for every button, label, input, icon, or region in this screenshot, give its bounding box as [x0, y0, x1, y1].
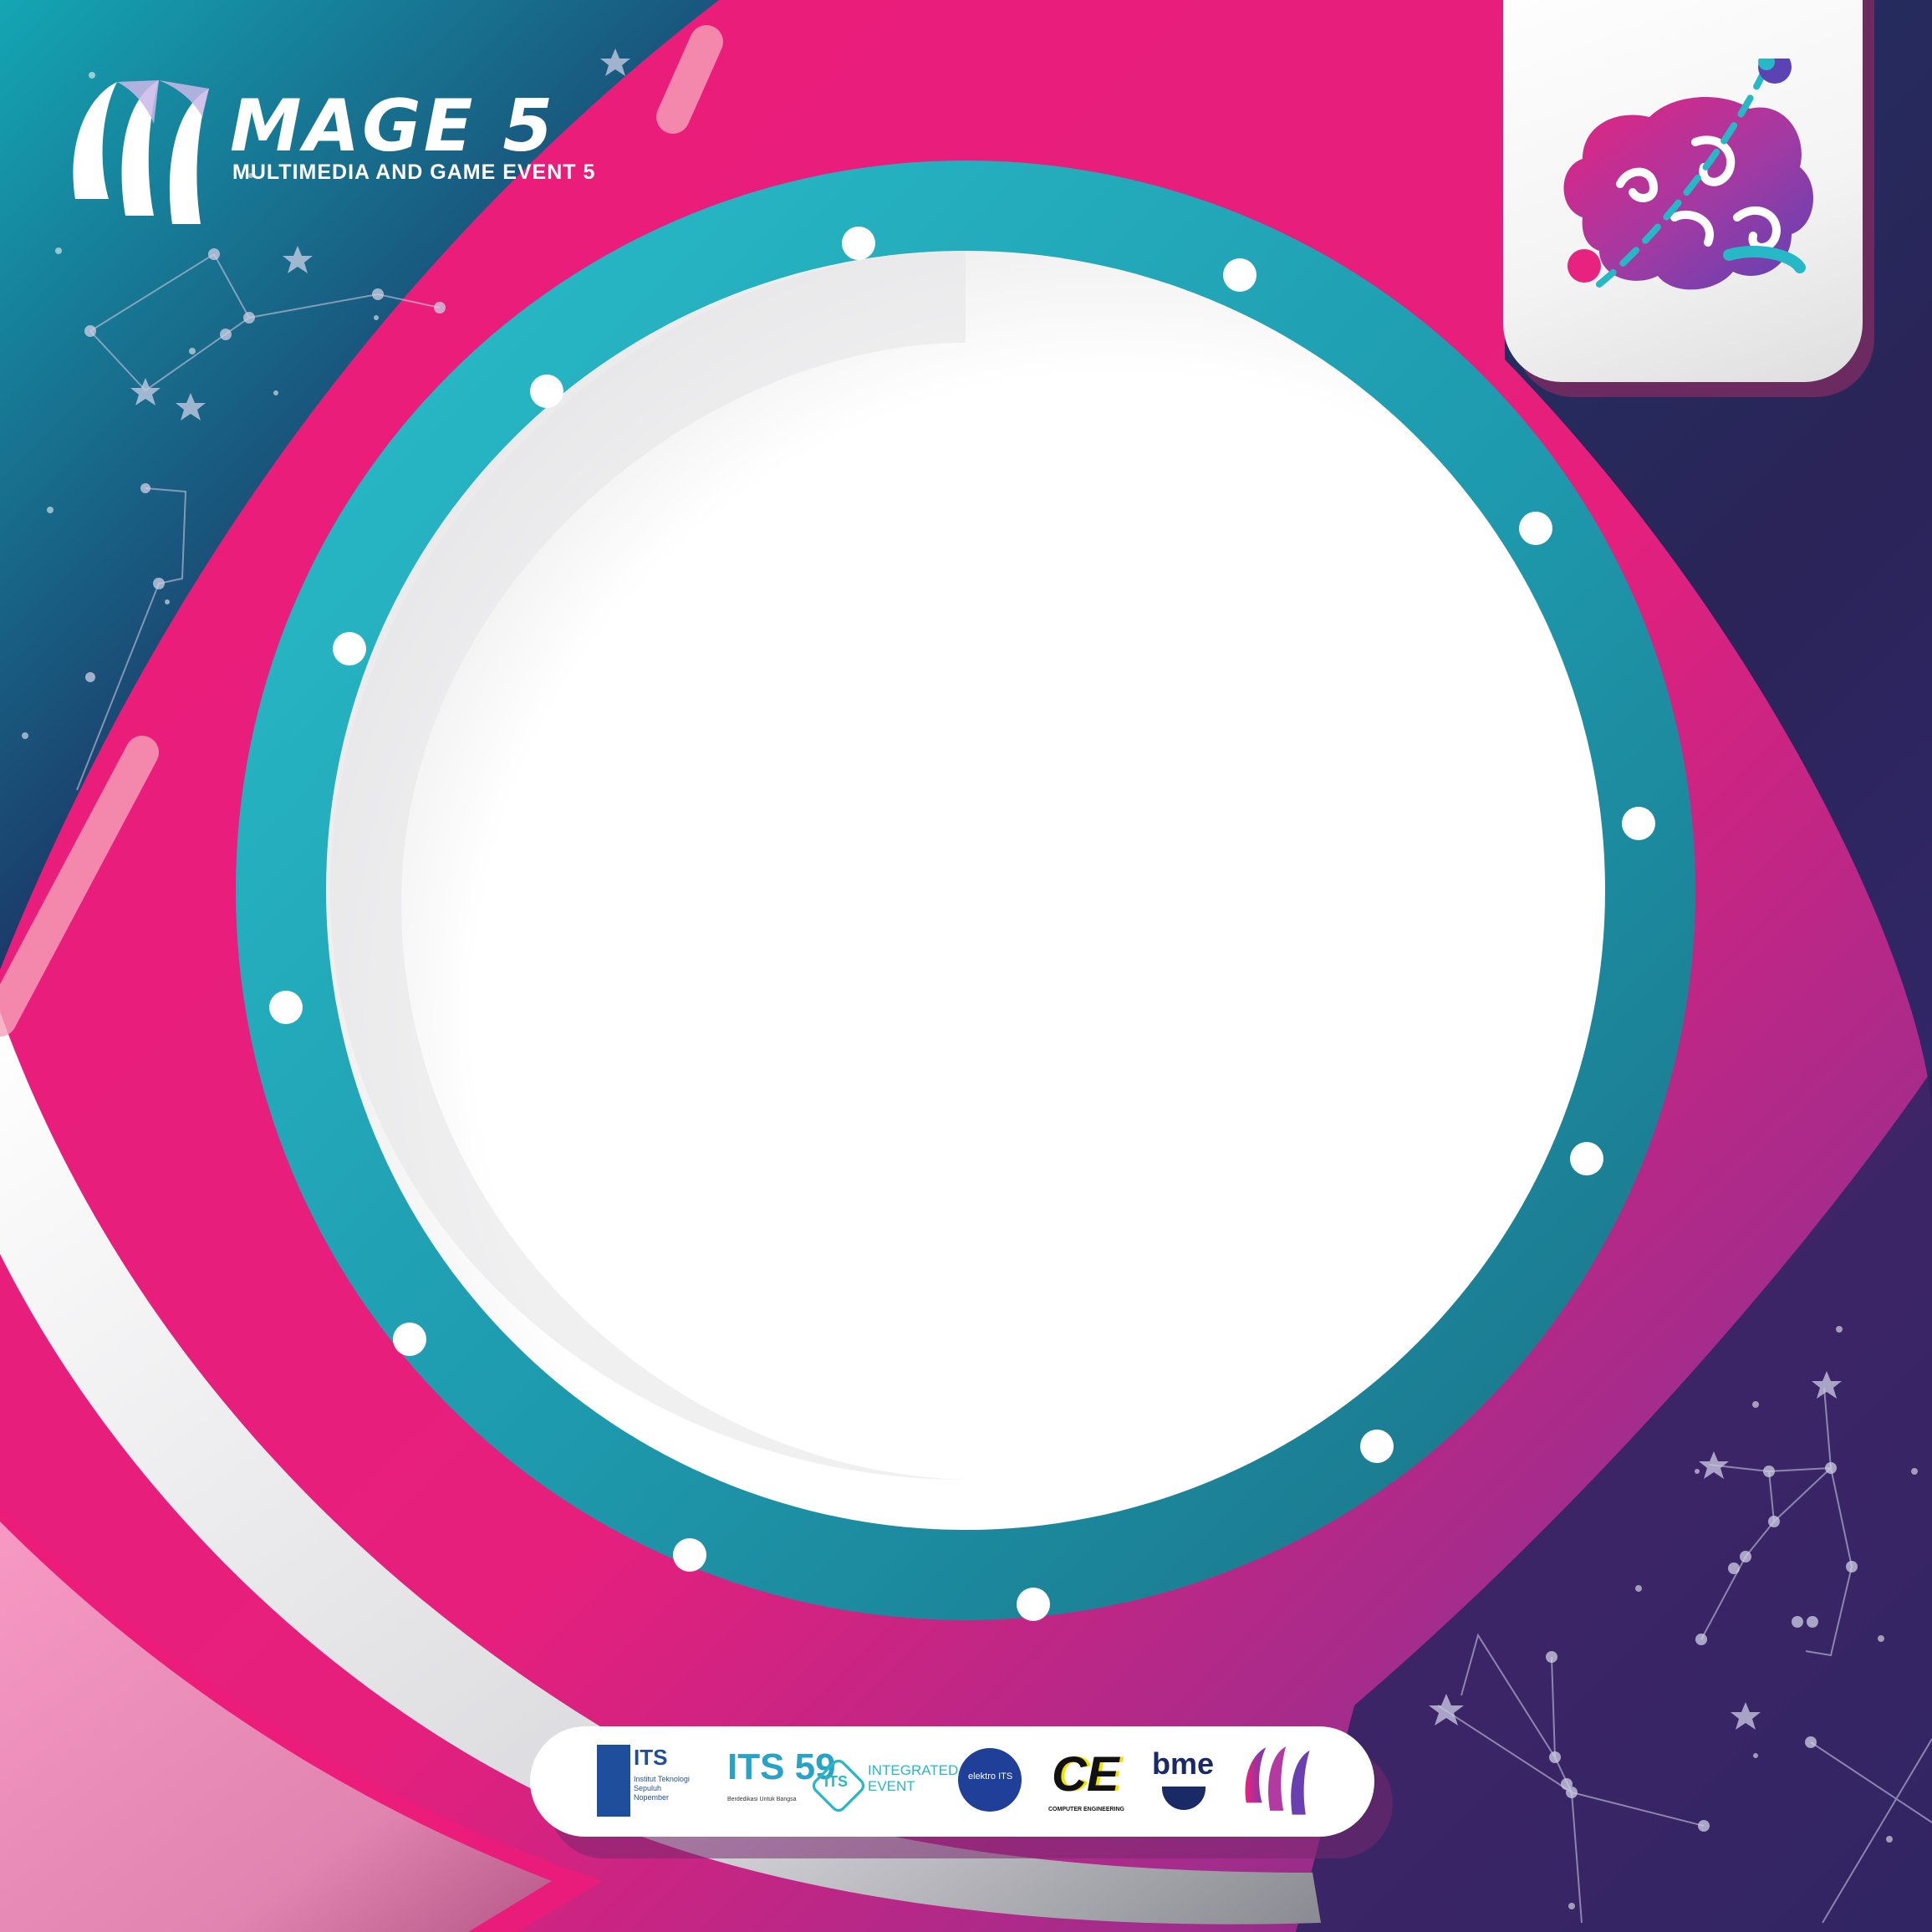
- brand-title: MAGE 5: [230, 84, 556, 168]
- brain-icon: [1563, 59, 1814, 290]
- sponsor-ce-tagline: COMPUTER ENGINEERING: [1048, 1807, 1125, 1812]
- mage-logo: MAGE 5 MULTIMEDIA AND GAME EVENT 5: [67, 67, 602, 234]
- sponsor-its: ITS Institut Teknologi Sepuluh Nopember: [597, 1741, 690, 1822]
- sponsor-its59: ITS 59 Berdedikasi Untuk Bangsa: [727, 1741, 836, 1822]
- its-shield-icon: [597, 1745, 630, 1817]
- mage-logo-icon: [73, 80, 209, 224]
- sponsor-elektro: elektro ITS: [956, 1741, 1025, 1822]
- sponsor-elektro-label: elektro ITS: [968, 1771, 1013, 1782]
- photo-area: [326, 251, 1605, 1530]
- sponsor-ce: CE COMPUTER ENGINEERING: [1048, 1741, 1132, 1822]
- sponsor-bme-label: bme: [1152, 1746, 1215, 1781]
- sponsor-bar: ITS Institut Teknologi Sepuluh Nopember …: [530, 1726, 1374, 1837]
- sponsor-integrated-label: ITS: [824, 1773, 849, 1790]
- sponsor-bme: bme: [1149, 1741, 1224, 1822]
- sponsor-its-tagline: Institut Teknologi Sepuluh Nopember: [634, 1775, 690, 1802]
- sponsor-mage: [1242, 1741, 1326, 1822]
- mage-logo-icon: [1245, 1746, 1310, 1815]
- twibbon-frame: MAGE 5 MULTIMEDIA AND GAME EVENT 5 ITS I…: [0, 0, 1932, 1932]
- sponsor-integrated-tagline: INTEGRATED EVENT: [868, 1762, 959, 1794]
- sponsor-ce-label: CE: [1052, 1747, 1119, 1802]
- sponsor-its-label: ITS: [634, 1745, 668, 1770]
- brand-subtitle: MULTIMEDIA AND GAME EVENT 5: [232, 161, 596, 184]
- sponsor-integrated-event: ITS INTEGRATED EVENT: [808, 1741, 959, 1822]
- sponsor-its59-tagline: Berdedikasi Untuk Bangsa: [727, 1797, 797, 1802]
- gear-icon: [1162, 1787, 1206, 1810]
- brain-card: [1503, 0, 1863, 382]
